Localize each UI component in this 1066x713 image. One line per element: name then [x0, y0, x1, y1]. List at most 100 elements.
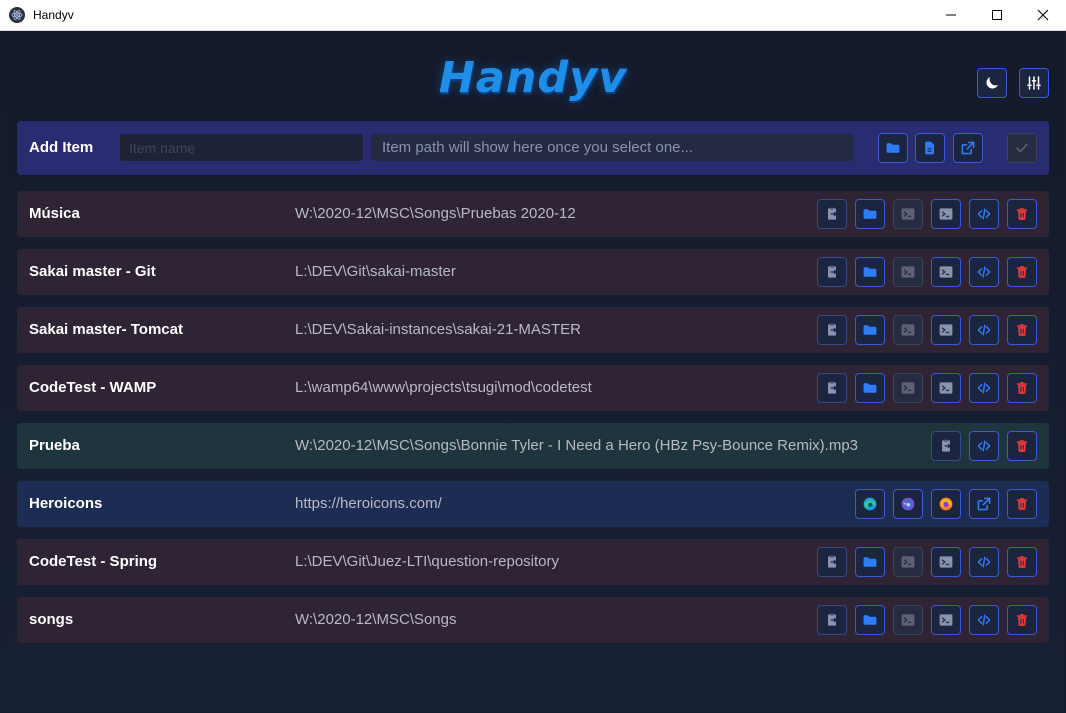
close-button[interactable]: [1020, 0, 1066, 30]
open-terminal-button[interactable]: [893, 547, 923, 577]
open-terminal-button[interactable]: [931, 257, 961, 287]
item-row: Sakai master- Tomcat L:\DEV\Sakai-instanc…: [17, 307, 1049, 353]
select-folder-button[interactable]: [878, 133, 908, 163]
copy-path-button[interactable]: [817, 199, 847, 229]
open-terminal-button[interactable]: [931, 373, 961, 403]
maximize-button[interactable]: [974, 0, 1020, 30]
open-folder-button[interactable]: [855, 373, 885, 403]
open-in-editor-button[interactable]: [969, 431, 999, 461]
open-link-button[interactable]: [969, 489, 999, 519]
delete-item-button[interactable]: [1007, 489, 1037, 519]
delete-item-button[interactable]: [1007, 373, 1037, 403]
item-path: L:\DEV\Git\sakai-master: [295, 263, 456, 280]
code-icon: [976, 438, 992, 454]
copy-path-button[interactable]: [817, 257, 847, 287]
clipboard-copy-icon: [938, 438, 954, 454]
settings-button[interactable]: [1019, 68, 1049, 98]
terminal-icon: [938, 264, 954, 280]
folder-icon: [862, 612, 878, 628]
open-in-editor-button[interactable]: [969, 199, 999, 229]
item-path: W:\2020-12\MSC\Songs\Pruebas 2020-12: [295, 205, 576, 222]
item-row: CodeTest - WAMP L:\wamp64\www\projects\ts…: [17, 365, 1049, 411]
add-item-bar: Add Item Item path will show here once y…: [17, 121, 1049, 175]
open-folder-button[interactable]: [855, 199, 885, 229]
open-terminal-button[interactable]: [931, 315, 961, 345]
item-name-input[interactable]: [120, 134, 363, 161]
item-path: W:\2020-12\MSC\Songs\Bonnie Tyler - I Ne…: [295, 437, 859, 454]
code-icon: [976, 612, 992, 628]
item-name: Música: [29, 205, 80, 222]
item-name: Sakai master- Tomcat: [29, 321, 183, 338]
delete-item-button[interactable]: [1007, 257, 1037, 287]
folder-icon: [862, 206, 878, 222]
open-terminal-button[interactable]: [893, 257, 923, 287]
folder-icon: [862, 322, 878, 338]
copy-path-button[interactable]: [817, 373, 847, 403]
open-in-editor-button[interactable]: [969, 605, 999, 635]
item-row: songs W:\2020-12\MSC\Songs: [17, 597, 1049, 643]
open-terminal-button[interactable]: [931, 199, 961, 229]
open-terminal-button[interactable]: [893, 605, 923, 635]
trash-icon: [1014, 496, 1030, 512]
item-name: songs: [29, 611, 74, 628]
item-path: W:\2020-12\MSC\Songs: [295, 611, 457, 628]
clipboard-copy-icon: [824, 206, 840, 222]
open-terminal-button[interactable]: [931, 605, 961, 635]
window-titlebar: Handyv: [0, 0, 1066, 31]
trash-icon: [1014, 380, 1030, 396]
delete-item-button[interactable]: [1007, 199, 1037, 229]
open-in-editor-button[interactable]: [969, 373, 999, 403]
open-folder-button[interactable]: [855, 547, 885, 577]
clipboard-copy-icon: [824, 380, 840, 396]
add-url-button[interactable]: [953, 133, 983, 163]
minimize-button[interactable]: [928, 0, 974, 30]
trash-icon: [1014, 264, 1030, 280]
folder-icon: [886, 143, 900, 153]
open-in-editor-button[interactable]: [969, 257, 999, 287]
delete-item-button[interactable]: [1007, 605, 1037, 635]
terminal-icon: [900, 322, 916, 338]
copy-path-button[interactable]: [817, 315, 847, 345]
copy-path-button[interactable]: [931, 431, 961, 461]
select-file-button[interactable]: [915, 133, 945, 163]
open-in-firefox-button[interactable]: [931, 489, 961, 519]
open-folder-button[interactable]: [855, 257, 885, 287]
delete-item-button[interactable]: [1007, 315, 1037, 345]
open-terminal-button[interactable]: [893, 199, 923, 229]
open-in-firefox-dev-button[interactable]: [893, 489, 923, 519]
maximize-icon: [992, 10, 1002, 20]
open-terminal-button[interactable]: [893, 315, 923, 345]
trash-icon: [1014, 438, 1030, 454]
item-row: Música W:\2020-12\MSC\Songs\Pruebas 2020-…: [17, 191, 1049, 237]
item-path: L:\DEV\Git\Juez-LTI\question-repository: [295, 553, 559, 570]
open-in-edge-button[interactable]: [855, 489, 885, 519]
terminal-icon: [900, 206, 916, 222]
item-path: L:\wamp64\www\projects\tsugi\mod\codetes…: [295, 379, 592, 396]
item-name: CodeTest - Spring: [29, 553, 158, 570]
add-item-label: Add Item: [29, 139, 94, 156]
open-terminal-button[interactable]: [931, 547, 961, 577]
item-name: Heroicons: [29, 495, 103, 512]
open-terminal-button[interactable]: [893, 373, 923, 403]
terminal-icon: [938, 206, 954, 222]
firefox-dev-icon: [900, 496, 916, 512]
theme-toggle-button[interactable]: [977, 68, 1007, 98]
open-folder-button[interactable]: [855, 605, 885, 635]
file-icon: [925, 141, 934, 155]
delete-item-button[interactable]: [1007, 547, 1037, 577]
copy-path-button[interactable]: [817, 547, 847, 577]
open-in-editor-button[interactable]: [969, 315, 999, 345]
terminal-icon: [900, 380, 916, 396]
open-folder-button[interactable]: [855, 315, 885, 345]
item-name: Sakai master - Git: [29, 263, 156, 280]
copy-path-button[interactable]: [817, 605, 847, 635]
open-in-editor-button[interactable]: [969, 547, 999, 577]
delete-item-button[interactable]: [1007, 431, 1037, 461]
window-title: Handyv: [33, 8, 74, 22]
minimize-icon: [946, 14, 956, 16]
terminal-icon: [938, 380, 954, 396]
check-icon: [1016, 143, 1028, 153]
terminal-icon: [938, 612, 954, 628]
confirm-add-button[interactable]: [1007, 133, 1037, 163]
item-row: Heroicons https://heroicons.com/: [17, 481, 1049, 527]
